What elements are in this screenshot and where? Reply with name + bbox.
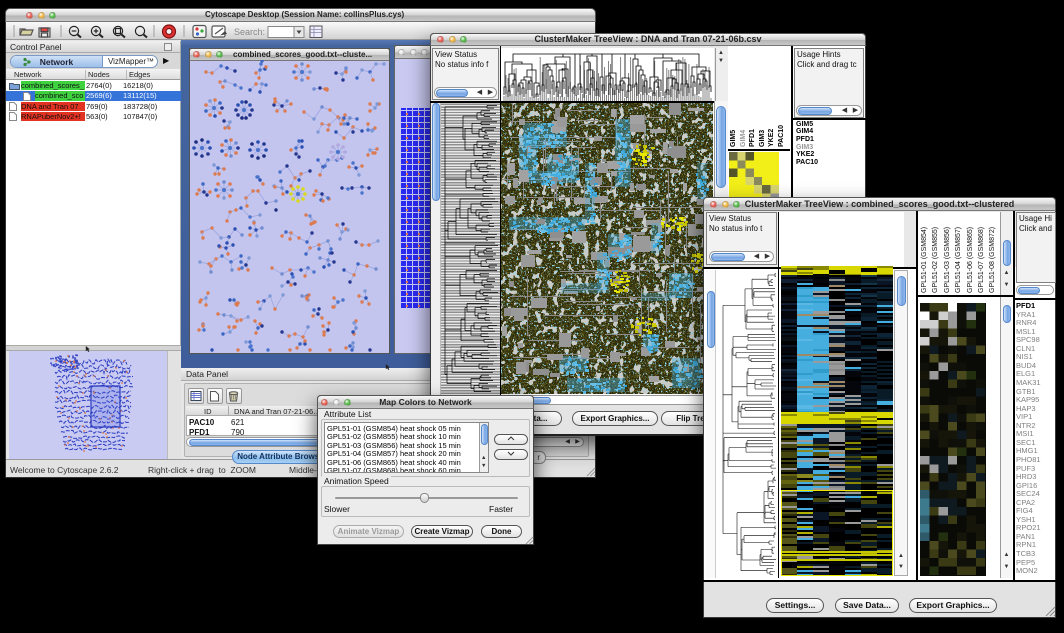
- svg-text:Search:: Search:: [234, 27, 265, 37]
